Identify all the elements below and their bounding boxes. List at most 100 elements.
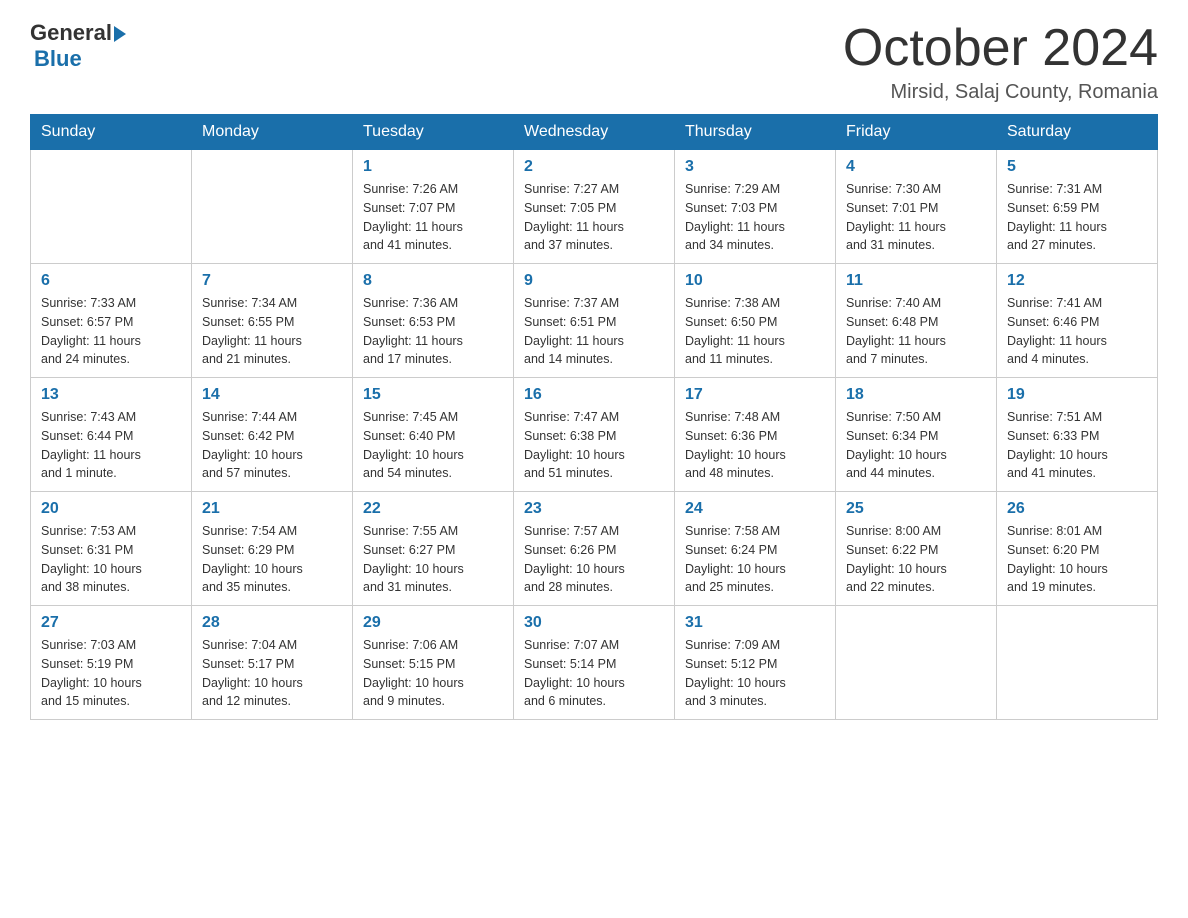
calendar-day-cell: 12 Sunrise: 7:41 AMSunset: 6:46 PMDayligh…: [997, 264, 1158, 378]
calendar-header-row: SundayMondayTuesdayWednesdayThursdayFrid…: [31, 115, 1158, 150]
calendar-header-cell: Sunday: [31, 115, 192, 150]
day-number: 22: [363, 500, 503, 518]
day-info: Sunrise: 7:58 AMSunset: 6:24 PMDaylight:…: [685, 522, 825, 597]
calendar-table: SundayMondayTuesdayWednesdayThursdayFrid…: [30, 114, 1158, 720]
title-block: October 2024 Mirsid, Salaj County, Roman…: [843, 20, 1158, 104]
calendar-title: October 2024: [843, 20, 1158, 77]
day-number: 23: [524, 500, 664, 518]
day-number: 13: [41, 386, 181, 404]
day-info: Sunrise: 7:55 AMSunset: 6:27 PMDaylight:…: [363, 522, 503, 597]
day-number: 11: [846, 272, 986, 290]
logo-arrow-icon: [114, 26, 126, 42]
calendar-header-cell: Tuesday: [353, 115, 514, 150]
day-info: Sunrise: 7:30 AMSunset: 7:01 PMDaylight:…: [846, 180, 986, 255]
day-info: Sunrise: 7:45 AMSunset: 6:40 PMDaylight:…: [363, 408, 503, 483]
calendar-day-cell: 5Sunrise: 7:31 AMSunset: 6:59 PMDaylight…: [997, 150, 1158, 264]
day-number: 30: [524, 614, 664, 632]
day-info: Sunrise: 7:57 AMSunset: 6:26 PMDaylight:…: [524, 522, 664, 597]
day-number: 1: [363, 158, 503, 176]
calendar-day-cell: 20 Sunrise: 7:53 AMSunset: 6:31 PMDayligh…: [31, 492, 192, 606]
day-info: Sunrise: 7:38 AMSunset: 6:50 PMDaylight:…: [685, 294, 825, 369]
day-number: 20: [41, 500, 181, 518]
day-number: 3: [685, 158, 825, 176]
calendar-header-cell: Friday: [836, 115, 997, 150]
calendar-day-cell: [31, 150, 192, 264]
calendar-week-row: 13 Sunrise: 7:43 AMSunset: 6:44 PMDayligh…: [31, 378, 1158, 492]
calendar-day-cell: 13 Sunrise: 7:43 AMSunset: 6:44 PMDayligh…: [31, 378, 192, 492]
day-info: Sunrise: 7:06 AMSunset: 5:15 PMDaylight:…: [363, 636, 503, 711]
day-info: Sunrise: 7:48 AMSunset: 6:36 PMDaylight:…: [685, 408, 825, 483]
day-info: Sunrise: 7:53 AMSunset: 6:31 PMDaylight:…: [41, 522, 181, 597]
day-info: Sunrise: 7:40 AMSunset: 6:48 PMDaylight:…: [846, 294, 986, 369]
calendar-day-cell: [836, 606, 997, 720]
day-number: 17: [685, 386, 825, 404]
day-info: Sunrise: 7:34 AMSunset: 6:55 PMDaylight:…: [202, 294, 342, 369]
calendar-day-cell: 8 Sunrise: 7:36 AMSunset: 6:53 PMDaylight…: [353, 264, 514, 378]
page-header: General Blue October 2024 Mirsid, Salaj …: [30, 20, 1158, 104]
day-number: 28: [202, 614, 342, 632]
logo-text-general: General: [30, 20, 112, 46]
calendar-day-cell: 7 Sunrise: 7:34 AMSunset: 6:55 PMDaylight…: [192, 264, 353, 378]
day-number: 7: [202, 272, 342, 290]
day-info: Sunrise: 7:51 AMSunset: 6:33 PMDaylight:…: [1007, 408, 1147, 483]
day-info: Sunrise: 7:37 AMSunset: 6:51 PMDaylight:…: [524, 294, 664, 369]
day-info: Sunrise: 7:07 AMSunset: 5:14 PMDaylight:…: [524, 636, 664, 711]
calendar-day-cell: 3 Sunrise: 7:29 AMSunset: 7:03 PMDaylight…: [675, 150, 836, 264]
day-info: Sunrise: 7:43 AMSunset: 6:44 PMDaylight:…: [41, 408, 181, 483]
day-number: 12: [1007, 272, 1147, 290]
day-number: 10: [685, 272, 825, 290]
calendar-day-cell: 23 Sunrise: 7:57 AMSunset: 6:26 PMDayligh…: [514, 492, 675, 606]
day-number: 2: [524, 158, 664, 176]
day-info: Sunrise: 7:36 AMSunset: 6:53 PMDaylight:…: [363, 294, 503, 369]
calendar-day-cell: 28Sunrise: 7:04 AMSunset: 5:17 PMDayligh…: [192, 606, 353, 720]
calendar-day-cell: 25 Sunrise: 8:00 AMSunset: 6:22 PMDayligh…: [836, 492, 997, 606]
calendar-day-cell: 22 Sunrise: 7:55 AMSunset: 6:27 PMDayligh…: [353, 492, 514, 606]
day-number: 4: [846, 158, 986, 176]
calendar-day-cell: [997, 606, 1158, 720]
day-number: 14: [202, 386, 342, 404]
calendar-day-cell: 17 Sunrise: 7:48 AMSunset: 6:36 PMDayligh…: [675, 378, 836, 492]
calendar-day-cell: 26 Sunrise: 8:01 AMSunset: 6:20 PMDayligh…: [997, 492, 1158, 606]
day-number: 29: [363, 614, 503, 632]
day-info: Sunrise: 7:41 AMSunset: 6:46 PMDaylight:…: [1007, 294, 1147, 369]
day-info: Sunrise: 7:50 AMSunset: 6:34 PMDaylight:…: [846, 408, 986, 483]
calendar-day-cell: 4 Sunrise: 7:30 AMSunset: 7:01 PMDaylight…: [836, 150, 997, 264]
day-info: Sunrise: 7:27 AMSunset: 7:05 PMDaylight:…: [524, 180, 664, 255]
calendar-body: 1 Sunrise: 7:26 AMSunset: 7:07 PMDaylight…: [31, 150, 1158, 720]
calendar-day-cell: 18Sunrise: 7:50 AMSunset: 6:34 PMDayligh…: [836, 378, 997, 492]
calendar-day-cell: 1 Sunrise: 7:26 AMSunset: 7:07 PMDaylight…: [353, 150, 514, 264]
day-info: Sunrise: 8:00 AMSunset: 6:22 PMDaylight:…: [846, 522, 986, 597]
day-number: 19: [1007, 386, 1147, 404]
calendar-day-cell: 16Sunrise: 7:47 AMSunset: 6:38 PMDayligh…: [514, 378, 675, 492]
calendar-day-cell: 19 Sunrise: 7:51 AMSunset: 6:33 PMDayligh…: [997, 378, 1158, 492]
day-info: Sunrise: 7:09 AMSunset: 5:12 PMDaylight:…: [685, 636, 825, 711]
day-number: 21: [202, 500, 342, 518]
day-info: Sunrise: 7:33 AMSunset: 6:57 PMDaylight:…: [41, 294, 181, 369]
day-number: 27: [41, 614, 181, 632]
day-info: Sunrise: 7:03 AMSunset: 5:19 PMDaylight:…: [41, 636, 181, 711]
calendar-week-row: 1 Sunrise: 7:26 AMSunset: 7:07 PMDaylight…: [31, 150, 1158, 264]
calendar-day-cell: 11 Sunrise: 7:40 AMSunset: 6:48 PMDayligh…: [836, 264, 997, 378]
day-number: 26: [1007, 500, 1147, 518]
calendar-day-cell: 31 Sunrise: 7:09 AMSunset: 5:12 PMDayligh…: [675, 606, 836, 720]
calendar-day-cell: 29 Sunrise: 7:06 AMSunset: 5:15 PMDayligh…: [353, 606, 514, 720]
calendar-header-cell: Thursday: [675, 115, 836, 150]
day-info: Sunrise: 7:29 AMSunset: 7:03 PMDaylight:…: [685, 180, 825, 255]
calendar-header-cell: Saturday: [997, 115, 1158, 150]
day-number: 25: [846, 500, 986, 518]
day-info: Sunrise: 7:47 AMSunset: 6:38 PMDaylight:…: [524, 408, 664, 483]
day-info: Sunrise: 7:31 AMSunset: 6:59 PMDaylight:…: [1007, 180, 1147, 255]
day-number: 8: [363, 272, 503, 290]
day-info: Sunrise: 7:26 AMSunset: 7:07 PMDaylight:…: [363, 180, 503, 255]
calendar-day-cell: [192, 150, 353, 264]
day-number: 31: [685, 614, 825, 632]
logo: General Blue: [30, 20, 126, 72]
calendar-day-cell: 2 Sunrise: 7:27 AMSunset: 7:05 PMDaylight…: [514, 150, 675, 264]
calendar-day-cell: 27 Sunrise: 7:03 AMSunset: 5:19 PMDayligh…: [31, 606, 192, 720]
day-info: Sunrise: 8:01 AMSunset: 6:20 PMDaylight:…: [1007, 522, 1147, 597]
calendar-header-cell: Wednesday: [514, 115, 675, 150]
calendar-header-cell: Monday: [192, 115, 353, 150]
calendar-day-cell: 15Sunrise: 7:45 AMSunset: 6:40 PMDayligh…: [353, 378, 514, 492]
day-number: 9: [524, 272, 664, 290]
calendar-day-cell: 10 Sunrise: 7:38 AMSunset: 6:50 PMDayligh…: [675, 264, 836, 378]
